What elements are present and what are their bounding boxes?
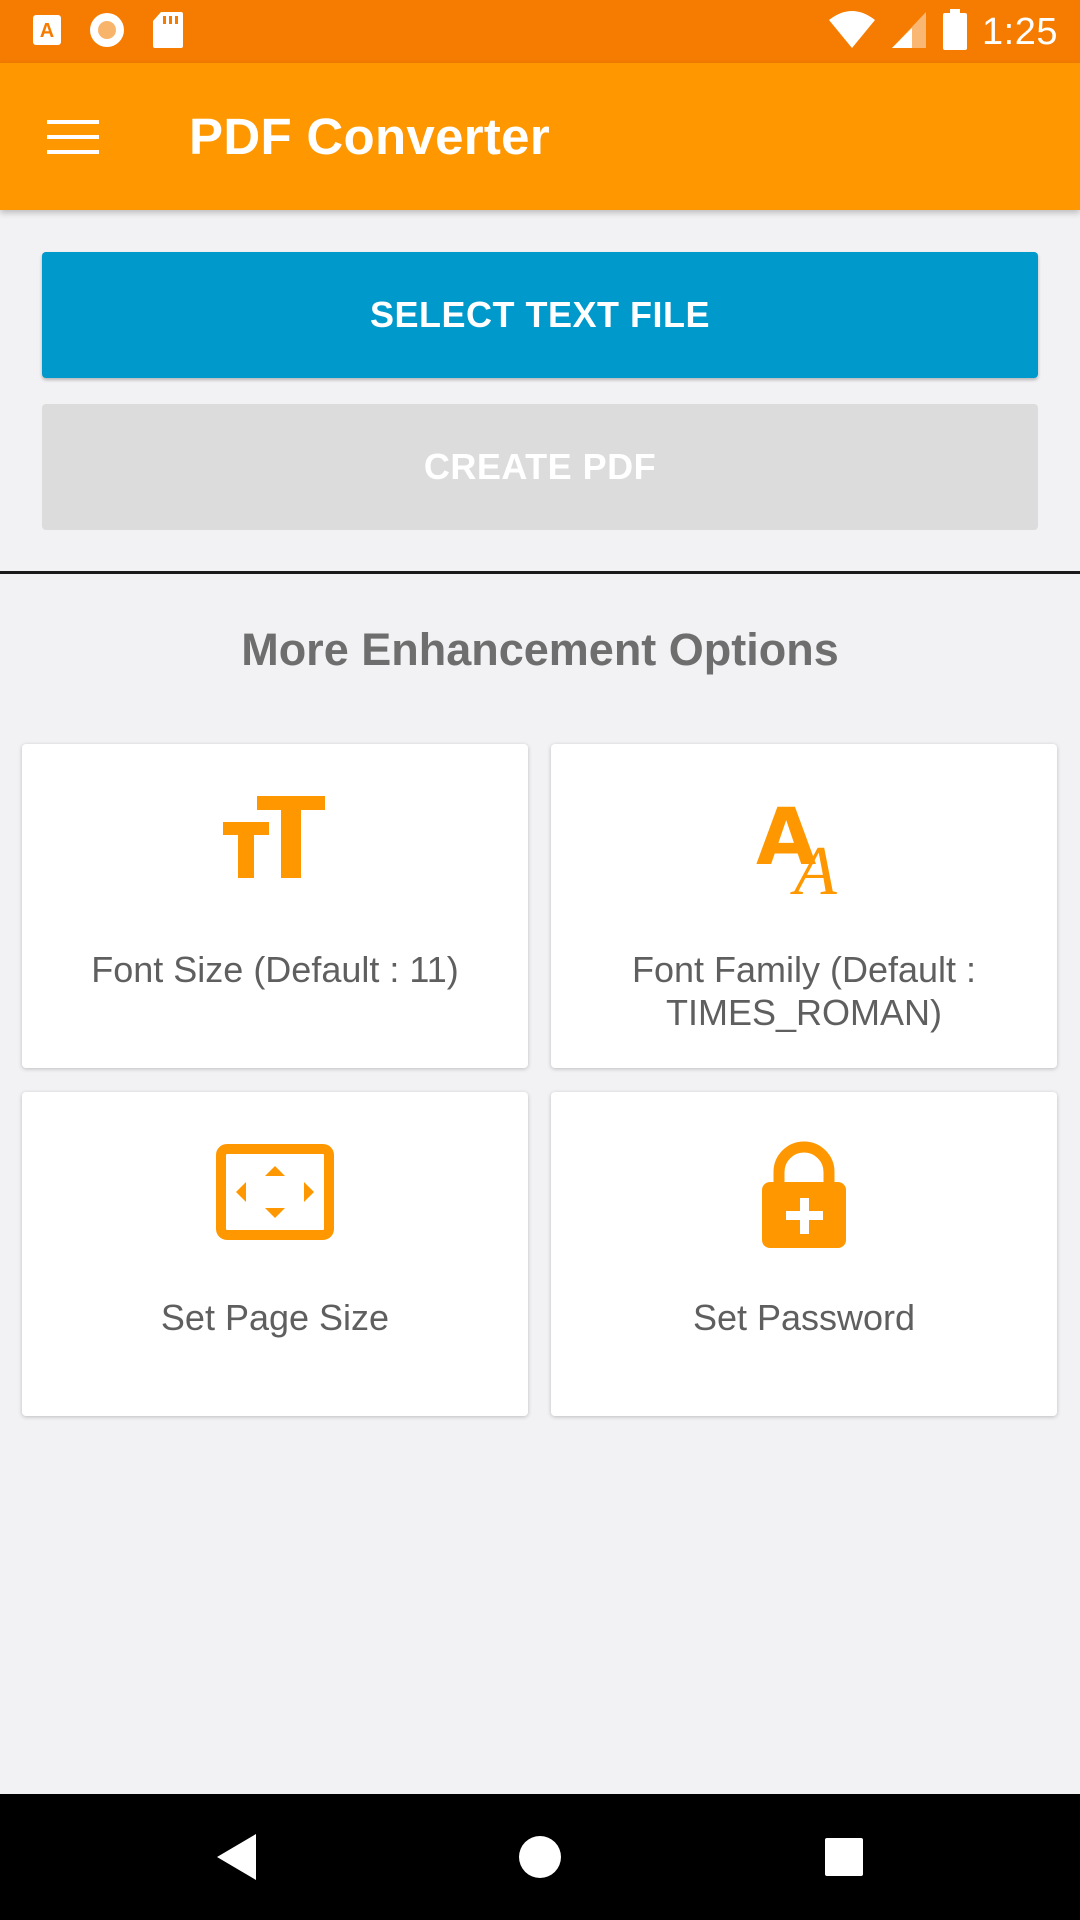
page-size-label: Set Page Size xyxy=(160,1297,390,1338)
app-title: PDF Converter xyxy=(189,108,550,165)
app-a-icon: A xyxy=(32,14,62,51)
menu-button[interactable] xyxy=(30,101,115,173)
page-size-card[interactable]: Set Page Size xyxy=(22,1092,528,1416)
home-icon xyxy=(519,1836,561,1878)
hamburger-menu-icon xyxy=(46,120,99,154)
cell-signal-icon xyxy=(890,10,928,55)
record-icon xyxy=(88,11,126,54)
font-size-card[interactable]: Font Size (Default : 11) xyxy=(22,744,528,1068)
navigation-bar xyxy=(0,1794,1080,1920)
back-button[interactable] xyxy=(196,1824,276,1890)
sd-card-icon xyxy=(152,11,184,54)
status-bar: A 1:25 xyxy=(0,0,1080,63)
svg-text:A: A xyxy=(790,833,837,896)
font-size-label: Font Size (Default : 11) xyxy=(91,949,459,990)
password-card[interactable]: Set Password xyxy=(551,1092,1057,1416)
select-text-file-button[interactable]: SELECT TEXT FILE xyxy=(42,252,1038,378)
password-label: Set Password xyxy=(692,1297,916,1338)
section-divider xyxy=(0,571,1080,574)
status-system: 1:25 xyxy=(828,8,1058,56)
svg-text:A: A xyxy=(40,20,54,42)
recents-icon xyxy=(825,1838,863,1876)
recents-button[interactable] xyxy=(804,1824,884,1890)
back-icon xyxy=(217,1834,256,1880)
font-family-icon: A A xyxy=(756,796,837,896)
wifi-icon xyxy=(828,10,876,55)
lock-add-icon xyxy=(762,1141,846,1248)
battery-icon xyxy=(942,8,968,56)
font-family-card[interactable]: A A Font Family (Default : TIMES_ROMAN) xyxy=(551,744,1057,1068)
font-family-label: Font Family (Default : TIMES_ROMAN) xyxy=(631,949,977,1033)
page-size-icon xyxy=(216,1144,334,1240)
home-button[interactable] xyxy=(500,1824,580,1890)
enhancement-options-title: More Enhancement Options xyxy=(241,624,839,675)
status-time: 1:25 xyxy=(982,10,1058,53)
app-bar: PDF Converter xyxy=(0,63,1080,210)
status-notifications: A xyxy=(32,11,184,54)
font-size-icon xyxy=(223,796,325,878)
create-pdf-button[interactable]: CREATE PDF xyxy=(42,404,1038,530)
